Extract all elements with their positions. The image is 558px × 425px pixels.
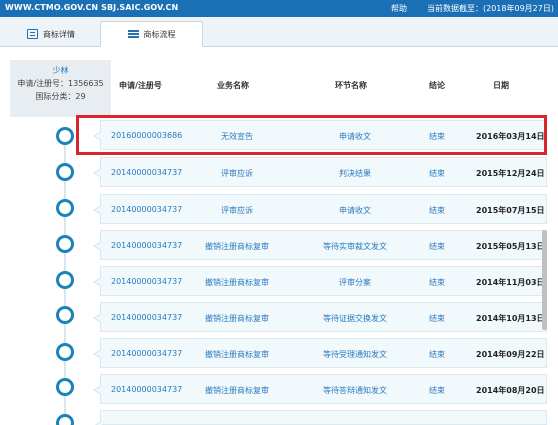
registration-number: 申请/注册号：1356635 xyxy=(17,79,104,88)
cell-business: 评审应诉 xyxy=(221,206,253,215)
header-result: 结论 xyxy=(429,81,445,90)
cell-business: 撤销注册商标复审 xyxy=(205,314,269,323)
tab-label: 商标详情 xyxy=(43,29,75,39)
data-status: 当前数据截至：(2018年09月27日) xyxy=(427,4,554,13)
cell-reg-no[interactable]: 20140000034737 xyxy=(111,168,182,177)
international-class: 国际分类：29 xyxy=(35,92,86,101)
header-step: 环节名称 xyxy=(335,81,367,90)
cell-date: 2014年10月13日 xyxy=(476,314,545,323)
document-icon xyxy=(27,29,38,39)
cell-reg-no[interactable]: 20140000034737 xyxy=(111,385,182,394)
table-row[interactable]: 20160000003686 无效宣告 申请收文 结束 2016年03月14日 xyxy=(93,120,547,150)
header-business: 业务名称 xyxy=(217,81,249,90)
cell-result: 结束 xyxy=(429,386,445,395)
table-row[interactable]: 20140000034737 撤销注册商标复审 评审分案 结束 2014年11月… xyxy=(93,266,547,296)
tab-bar: 商标详情 商标流程 xyxy=(0,17,558,47)
cell-reg-no[interactable]: 20140000034737 xyxy=(111,349,182,358)
site-address: WWW.CTMO.GOV.CN SBJ.SAIC.GOV.CN xyxy=(5,3,179,12)
timeline-node xyxy=(56,414,74,425)
cell-date: 2015年07月15日 xyxy=(476,206,545,215)
cell-date: 2015年05月13日 xyxy=(476,242,545,251)
cell-business: 评审应诉 xyxy=(221,169,253,178)
cell-reg-no[interactable]: 20160000003686 xyxy=(111,131,182,140)
cell-date: 2014年11月03日 xyxy=(476,278,545,287)
cell-date: 2014年08月20日 xyxy=(476,386,545,395)
cell-result: 结束 xyxy=(429,278,445,287)
cell-date: 2016年03月14日 xyxy=(476,132,545,141)
tab-trademark-details[interactable]: 商标详情 xyxy=(6,21,96,47)
cell-step: 评审分案 xyxy=(339,278,371,287)
cell-business: 撤销注册商标复审 xyxy=(205,242,269,251)
cell-reg-no[interactable]: 20140000034737 xyxy=(111,313,182,322)
header-date: 日期 xyxy=(493,81,509,90)
list-icon xyxy=(127,29,139,39)
cell-result: 结束 xyxy=(429,242,445,251)
help-link[interactable]: 帮助 xyxy=(391,3,407,14)
timeline-node xyxy=(56,235,74,253)
timeline-node xyxy=(56,163,74,181)
cell-result: 结束 xyxy=(429,350,445,359)
table-row[interactable]: 20140000034737 撤销注册商标复审 等待证据交换发文 结束 2014… xyxy=(93,302,547,332)
cell-step: 申请收文 xyxy=(339,206,371,215)
cell-result: 结束 xyxy=(429,169,445,178)
cell-result: 结束 xyxy=(429,314,445,323)
table-row[interactable]: 20140000034737 评审应诉 申请收文 结束 2015年07月15日 xyxy=(93,194,547,224)
scrollbar[interactable] xyxy=(542,230,547,330)
cell-business: 撤销注册商标复审 xyxy=(205,278,269,287)
cell-business: 撤销注册商标复审 xyxy=(205,386,269,395)
tab-trademark-process[interactable]: 商标流程 xyxy=(100,21,203,47)
cell-business: 无效宣告 xyxy=(221,132,253,141)
table-row[interactable]: 20140000034737 撤销注册商标复审 等待答辩通知发文 结束 2014… xyxy=(93,374,547,404)
trademark-name: 少林 xyxy=(52,66,69,75)
cell-reg-no[interactable]: 20140000034737 xyxy=(111,241,182,250)
cell-result: 结束 xyxy=(429,132,445,141)
cell-step: 申请收文 xyxy=(339,132,371,141)
timeline-node xyxy=(56,378,74,396)
cell-result: 结束 xyxy=(429,206,445,215)
cell-step: 等待证据交换发文 xyxy=(323,314,387,323)
header-reg-no: 申请/注册号 xyxy=(119,81,162,90)
cell-reg-no[interactable]: 20140000034737 xyxy=(111,277,182,286)
cell-step: 判决结果 xyxy=(339,169,371,178)
trademark-info-card: 少林 申请/注册号：1356635 国际分类：29 xyxy=(10,60,111,117)
cell-step: 等待实审裁文发文 xyxy=(323,242,387,251)
cell-reg-no[interactable]: 20140000034737 xyxy=(111,205,182,214)
table-header: 申请/注册号 业务名称 环节名称 结论 日期 xyxy=(111,70,548,100)
table-row[interactable]: 20140000034737 评审应诉 判决结果 结束 2015年12月24日 xyxy=(93,157,547,187)
timeline-node xyxy=(56,306,74,324)
tab-label: 商标流程 xyxy=(143,29,176,39)
timeline-node xyxy=(56,199,74,217)
cell-date: 2014年09月22日 xyxy=(476,350,545,359)
timeline-node xyxy=(56,343,74,361)
cell-step: 等待答辩通知发文 xyxy=(323,386,387,395)
top-bar: WWW.CTMO.GOV.CN SBJ.SAIC.GOV.CN 帮助 当前数据截… xyxy=(0,0,558,17)
cell-date: 2015年12月24日 xyxy=(476,169,545,178)
table-row[interactable] xyxy=(93,410,547,425)
cell-business: 撤销注册商标复审 xyxy=(205,350,269,359)
timeline-node xyxy=(56,127,74,145)
table-row[interactable]: 20140000034737 撤销注册商标复审 等待实审裁文发文 结束 2015… xyxy=(93,230,547,260)
cell-step: 等待受理通知发文 xyxy=(323,350,387,359)
timeline-node xyxy=(56,271,74,289)
table-row[interactable]: 20140000034737 撤销注册商标复审 等待受理通知发文 结束 2014… xyxy=(93,338,547,368)
